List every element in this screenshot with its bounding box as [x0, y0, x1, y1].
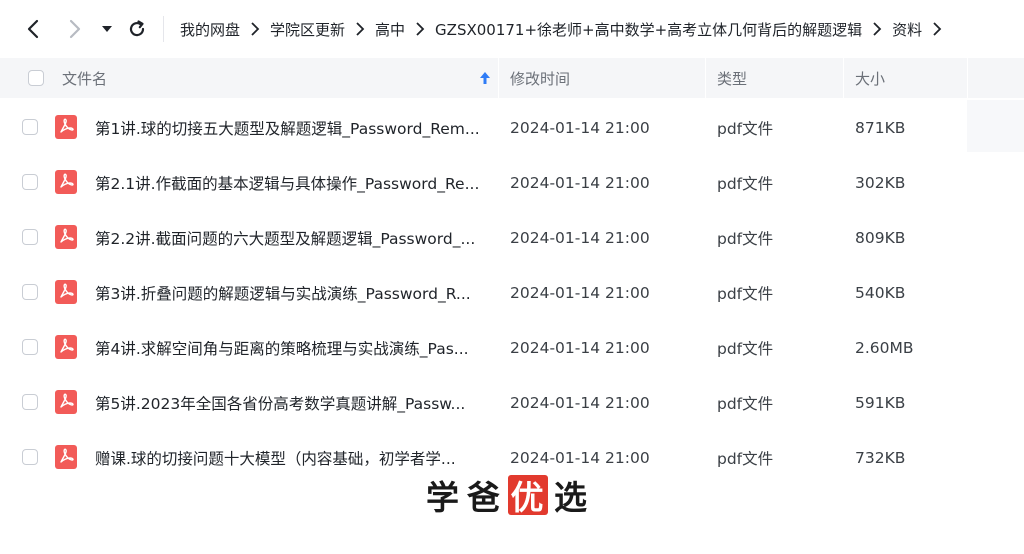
row-checkbox[interactable]: [22, 339, 38, 355]
chevron-right-icon: [355, 22, 365, 36]
column-divider[interactable]: [498, 58, 499, 98]
select-all-checkbox[interactable]: [28, 70, 44, 86]
caret-down-icon: [102, 26, 112, 32]
file-name[interactable]: 第2.2讲.截面问题的六大题型及解题逻辑_Password_...: [95, 210, 490, 265]
file-size: 809KB: [855, 228, 906, 247]
breadcrumb-item-materials[interactable]: 资料: [892, 19, 922, 40]
row-checkbox[interactable]: [22, 229, 38, 245]
watermark-char: 爸: [467, 478, 502, 517]
file-name[interactable]: 第4讲.求解空间角与距离的策略梳理与实战演练_Pas...: [95, 320, 490, 375]
file-row[interactable]: 第1讲.球的切接五大题型及解题逻辑_Password_Rem... 2024-0…: [0, 100, 1024, 155]
column-divider[interactable]: [705, 58, 706, 98]
row-checkbox[interactable]: [22, 449, 38, 465]
watermark-char-highlighted: 优: [508, 475, 548, 517]
file-type: pdf文件: [717, 284, 774, 303]
file-name[interactable]: 第1讲.球的切接五大题型及解题逻辑_Password_Rem...: [95, 100, 490, 155]
column-name-label: 文件名: [62, 69, 108, 88]
file-modified-time: 2024-01-14 21:00: [510, 283, 650, 302]
pdf-file-icon: [55, 335, 77, 359]
row-checkbox[interactable]: [22, 174, 38, 190]
file-row[interactable]: 第2.1讲.作截面的基本逻辑与具体操作_Password_Re... 2024-…: [0, 155, 1024, 210]
file-type: pdf文件: [717, 119, 774, 138]
watermark-char: 选: [554, 478, 589, 517]
sort-ascending-arrow-icon[interactable]: [479, 71, 491, 85]
row-checkbox[interactable]: [22, 284, 38, 300]
file-list-header: 文件名 修改时间 类型 大小: [0, 58, 1024, 98]
file-name[interactable]: 第3讲.折叠问题的解题逻辑与实战演练_Password_R...: [95, 265, 490, 320]
chevron-right-icon: [250, 22, 260, 36]
pdf-file-icon: [55, 225, 77, 249]
column-header-modified[interactable]: 修改时间: [510, 58, 570, 98]
file-name[interactable]: 第5讲.2023年全国各省份高考数学真题讲解_Passw...: [95, 375, 490, 430]
file-modified-time: 2024-01-14 21:00: [510, 173, 650, 192]
file-size: 591KB: [855, 393, 906, 412]
file-type: pdf文件: [717, 449, 774, 468]
history-dropdown-button[interactable]: [93, 14, 121, 44]
pdf-file-icon: [55, 445, 77, 469]
file-modified-time: 2024-01-14 21:00: [510, 118, 650, 137]
refresh-button[interactable]: [122, 14, 152, 44]
column-type-label: 类型: [717, 69, 748, 88]
refresh-icon: [129, 20, 145, 37]
column-divider[interactable]: [843, 58, 844, 98]
navigation-toolbar: 我的网盘 学院区更新 高中 GZSX00171+徐老师+高中数学+高考立体几何背…: [0, 0, 1024, 58]
chevron-right-icon: [872, 22, 882, 36]
watermark-logo: 学 爸 优 选: [426, 473, 589, 517]
chevron-left-icon: [27, 19, 39, 39]
column-modified-label: 修改时间: [510, 69, 571, 88]
column-header-type[interactable]: 类型: [717, 58, 747, 98]
file-size: 540KB: [855, 283, 906, 302]
file-type: pdf文件: [717, 229, 774, 248]
file-size: 871KB: [855, 118, 906, 137]
file-modified-time: 2024-01-14 21:00: [510, 228, 650, 247]
file-size: 302KB: [855, 173, 906, 192]
chevron-right-icon: [69, 19, 81, 39]
chevron-right-icon: [415, 22, 425, 36]
file-row[interactable]: 第4讲.求解空间角与距离的策略梳理与实战演练_Pas... 2024-01-14…: [0, 320, 1024, 375]
select-all-checkbox-cell[interactable]: [28, 58, 44, 98]
chevron-right-icon: [932, 22, 942, 36]
breadcrumb: 我的网盘 学院区更新 高中 GZSX00171+徐老师+高中数学+高考立体几何背…: [180, 0, 1024, 58]
watermark-char: 学: [426, 478, 461, 517]
breadcrumb-item-college-updates[interactable]: 学院区更新: [270, 19, 345, 40]
file-size: 2.60MB: [855, 338, 914, 357]
file-size: 732KB: [855, 448, 906, 467]
row-checkbox[interactable]: [22, 394, 38, 410]
file-row[interactable]: 第5讲.2023年全国各省份高考数学真题讲解_Passw... 2024-01-…: [0, 375, 1024, 430]
file-type: pdf文件: [717, 339, 774, 358]
file-modified-time: 2024-01-14 21:00: [510, 393, 650, 412]
file-list: 第1讲.球的切接五大题型及解题逻辑_Password_Rem... 2024-0…: [0, 100, 1024, 485]
file-type: pdf文件: [717, 394, 774, 413]
pdf-file-icon: [55, 170, 77, 194]
column-size-label: 大小: [855, 69, 886, 88]
column-header-size[interactable]: 大小: [855, 58, 885, 98]
breadcrumb-item-high-school[interactable]: 高中: [375, 19, 405, 40]
breadcrumb-item-course[interactable]: GZSX00171+徐老师+高中数学+高考立体几何背后的解题逻辑: [435, 19, 862, 40]
forward-button[interactable]: [60, 14, 90, 44]
file-row[interactable]: 第3讲.折叠问题的解题逻辑与实战演练_Password_R... 2024-01…: [0, 265, 1024, 320]
pdf-file-icon: [55, 115, 77, 139]
pdf-file-icon: [55, 280, 77, 304]
toolbar-divider: [163, 16, 164, 42]
file-name[interactable]: 第2.1讲.作截面的基本逻辑与具体操作_Password_Re...: [95, 155, 490, 210]
file-row[interactable]: 第2.2讲.截面问题的六大题型及解题逻辑_Password_... 2024-0…: [0, 210, 1024, 265]
column-divider[interactable]: [967, 58, 968, 98]
back-button[interactable]: [18, 14, 48, 44]
breadcrumb-item-root[interactable]: 我的网盘: [180, 19, 240, 40]
file-modified-time: 2024-01-14 21:00: [510, 338, 650, 357]
file-type: pdf文件: [717, 174, 774, 193]
pdf-file-icon: [55, 390, 77, 414]
column-header-name[interactable]: 文件名: [62, 58, 498, 98]
row-checkbox[interactable]: [22, 119, 38, 135]
